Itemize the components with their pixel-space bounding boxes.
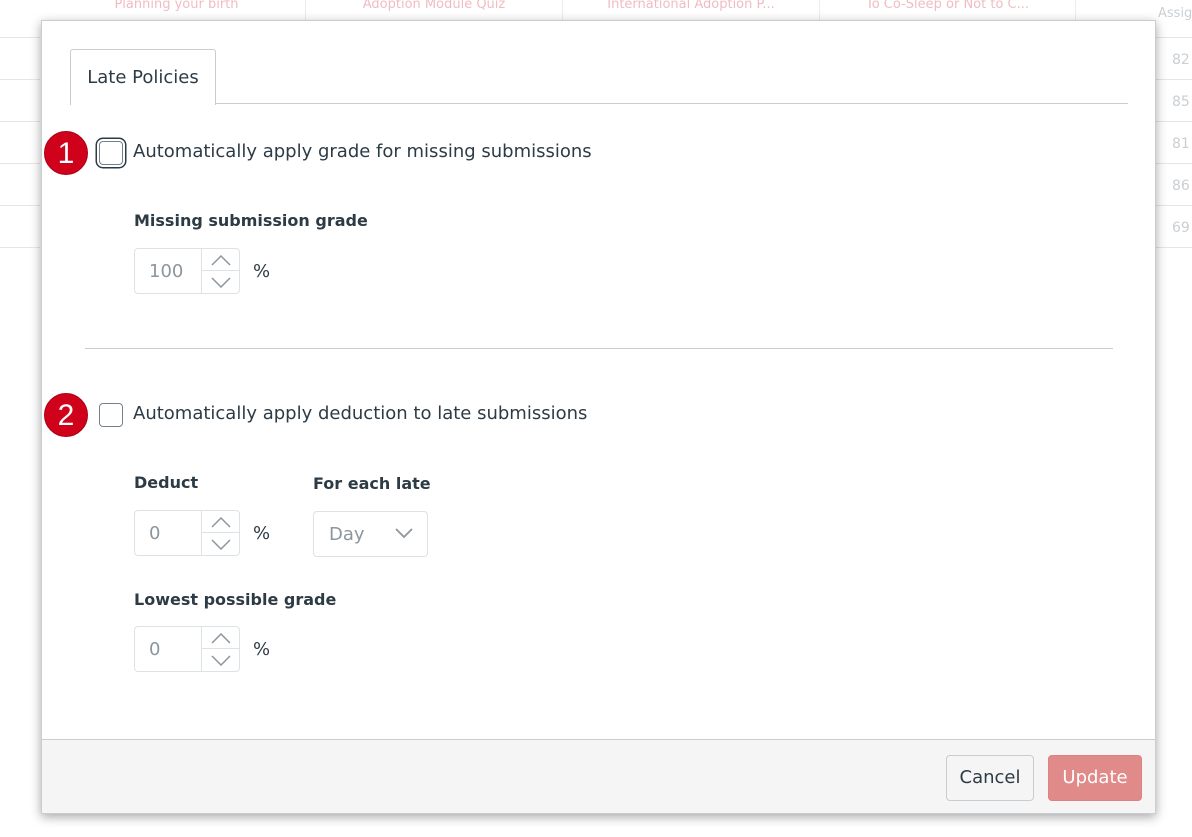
gradebook-row-line [1156, 247, 1192, 248]
gradebook-cell[interactable]: 81 [1172, 136, 1190, 152]
gradebook-row-line [1156, 121, 1192, 122]
gradebook-row-line [1156, 37, 1192, 38]
lowest-grade-stepper [201, 627, 240, 671]
gradebook-cell[interactable]: 69 [1172, 220, 1190, 236]
late-submissions-checkbox[interactable] [99, 403, 123, 427]
interval-label: For each late [313, 474, 431, 493]
missing-grade-label: Missing submission grade [134, 211, 368, 230]
section-divider [85, 348, 1113, 349]
chevron-up-icon [211, 254, 231, 266]
decrement-button[interactable] [202, 271, 240, 293]
gradebook-cell[interactable]: 82 [1172, 52, 1190, 68]
deduct-stepper [201, 511, 240, 555]
gradebook-column-header[interactable]: Planning your birth [48, 0, 306, 20]
gradebook-cell[interactable]: 85 [1172, 94, 1190, 110]
gradebook-row-line [0, 79, 40, 80]
percent-label: % [253, 523, 271, 544]
lowest-grade-label: Lowest possible grade [134, 590, 337, 609]
chevron-down-icon [211, 277, 231, 288]
deduct-label: Deduct [134, 473, 199, 492]
decrement-button[interactable] [202, 533, 240, 555]
chevron-down-icon [211, 539, 231, 550]
percent-label: % [253, 639, 271, 660]
gradebook-row-line [1156, 205, 1192, 206]
cancel-button[interactable]: Cancel [946, 755, 1034, 801]
modal-footer: Cancel Update [42, 739, 1155, 813]
increment-button[interactable] [202, 511, 240, 533]
missing-submissions-label[interactable]: Automatically apply grade for missing su… [133, 141, 592, 162]
chevron-up-icon [211, 632, 231, 644]
missing-grade-input[interactable]: 100 [134, 248, 240, 294]
gradebook-row-line [0, 37, 40, 38]
gradebook-cell[interactable]: 86 [1172, 178, 1190, 194]
gradebook-header: Planning your birth Adoption Module Quiz… [0, 0, 1192, 20]
late-policies-modal: Late Policies 1 Automatically apply grad… [41, 20, 1156, 814]
missing-submissions-checkbox[interactable] [99, 141, 123, 165]
tab-underline [215, 103, 1128, 104]
late-submissions-label[interactable]: Automatically apply deduction to late su… [133, 403, 587, 424]
lowest-grade-input[interactable]: 0 [134, 626, 240, 672]
chevron-down-icon [395, 528, 413, 539]
deduct-value: 0 [149, 523, 161, 544]
late-interval-value: Day [329, 524, 365, 545]
chevron-up-icon [211, 516, 231, 528]
chevron-down-icon [211, 655, 231, 666]
gradebook-column-header[interactable]: Assig [1158, 6, 1192, 21]
step-badge-2: 2 [44, 393, 88, 437]
lowest-grade-value: 0 [149, 639, 161, 660]
missing-grade-value: 100 [149, 261, 184, 282]
gradebook-row-line [0, 121, 40, 122]
gradebook-column-header[interactable]: International Adoption P... [563, 0, 820, 20]
increment-button[interactable] [202, 249, 240, 271]
increment-button[interactable] [202, 627, 240, 649]
decrement-button[interactable] [202, 649, 240, 671]
percent-label: % [253, 261, 271, 282]
update-button[interactable]: Update [1048, 755, 1142, 801]
gradebook-column-header[interactable]: Adoption Module Quiz [306, 0, 563, 20]
late-interval-select[interactable]: Day [313, 511, 428, 557]
gradebook-row-line [0, 163, 40, 164]
gradebook-row-line [0, 205, 40, 206]
missing-grade-stepper [201, 249, 240, 293]
gradebook-column-header[interactable]: To Co-Sleep or Not to C... [820, 0, 1076, 20]
step-badge-1: 1 [44, 131, 88, 175]
gradebook-row-line [1156, 79, 1192, 80]
gradebook-row-line [0, 247, 40, 248]
gradebook-row-line [1156, 163, 1192, 164]
deduct-input[interactable]: 0 [134, 510, 240, 556]
tab-late-policies[interactable]: Late Policies [70, 49, 216, 105]
